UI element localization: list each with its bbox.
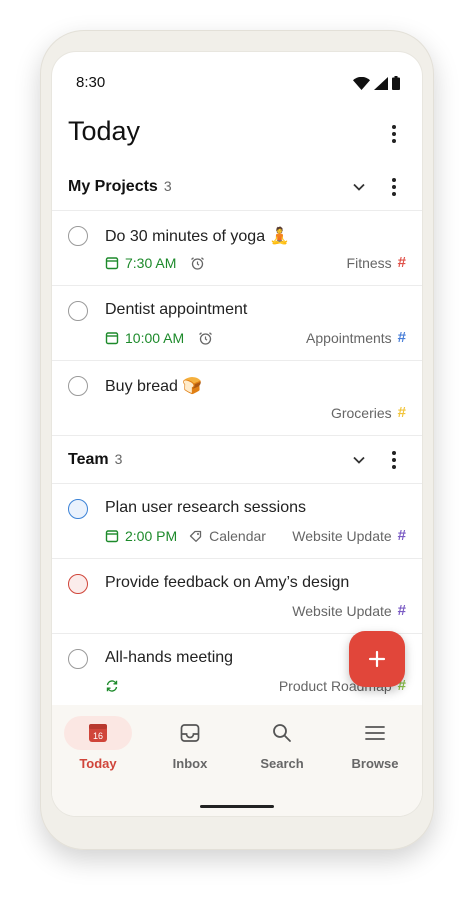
- calendar-icon: [105, 257, 119, 270]
- task-item[interactable]: Provide feedback on Amy’s design Website…: [52, 559, 422, 633]
- nav-item-inbox[interactable]: Inbox: [144, 705, 236, 785]
- project-hash-icon: #: [397, 527, 406, 544]
- label-tag-icon: [189, 530, 202, 542]
- task-due-time: 7:30 AM: [125, 255, 177, 271]
- chevron-down-icon[interactable]: [349, 450, 369, 470]
- task-project: Website Update #: [292, 527, 406, 544]
- plus-icon: [368, 650, 386, 668]
- nav-label: Inbox: [172, 756, 208, 771]
- menu-icon: [365, 726, 385, 740]
- project-name: Fitness: [346, 254, 392, 271]
- nav-item-browse[interactable]: Browse: [329, 705, 421, 785]
- nav-label: Browse: [351, 756, 399, 771]
- task-checkbox[interactable]: [68, 226, 88, 246]
- task-checkbox[interactable]: [68, 376, 88, 396]
- project-hash-icon: #: [397, 254, 406, 271]
- status-icons: [353, 76, 400, 90]
- project-name: Groceries: [330, 404, 392, 421]
- nav-item-search[interactable]: Search: [236, 705, 328, 785]
- status-time: 8:30: [76, 74, 106, 91]
- project-hash-icon: #: [397, 404, 406, 421]
- task-meta: [105, 677, 119, 695]
- status-bar: 8:30: [52, 52, 422, 112]
- task-title: All-hands meeting: [105, 649, 234, 666]
- add-task-button[interactable]: [349, 631, 405, 687]
- task-item[interactable]: Do 30 minutes of yoga 🧘 7:30 AM Fitness …: [52, 211, 422, 285]
- wifi-icon: [353, 76, 370, 90]
- project-name: Website Update: [292, 602, 392, 619]
- task-title: Plan user research sessions: [105, 499, 306, 516]
- inbox-icon: [180, 724, 200, 742]
- task-due-time: 2:00 PM: [125, 528, 178, 544]
- task-checkbox[interactable]: [68, 649, 88, 669]
- section-more-options-button[interactable]: [382, 448, 406, 472]
- project-hash-icon: #: [397, 329, 406, 346]
- task-label: Calendar: [209, 528, 266, 544]
- section-more-options-button[interactable]: [382, 175, 406, 199]
- task-checkbox[interactable]: [68, 499, 88, 519]
- calendar-icon: [105, 530, 119, 543]
- section-count: 3: [114, 451, 123, 467]
- nav-label: Today: [79, 756, 117, 771]
- task-item[interactable]: Buy bread 🍞 Groceries #: [52, 361, 422, 435]
- task-due-time: 10:00 AM: [125, 330, 185, 346]
- home-indicator[interactable]: [200, 805, 274, 808]
- calendar-date: 16: [93, 731, 103, 741]
- nav-label: Search: [260, 756, 304, 771]
- task-checkbox[interactable]: [68, 301, 88, 321]
- section-title: My Projects 3: [68, 178, 172, 195]
- project-name: Appointments: [306, 329, 392, 346]
- more-vertical-icon: [392, 125, 396, 143]
- alarm-icon: [191, 256, 205, 270]
- task-title: Dentist appointment: [105, 301, 248, 318]
- section-count: 3: [163, 178, 172, 194]
- section-header-team[interactable]: Team 3: [52, 436, 422, 484]
- section-title: Team 3: [68, 451, 123, 468]
- more-vertical-icon: [392, 451, 396, 469]
- chevron-down-icon[interactable]: [349, 177, 369, 197]
- task-project: Website Update #: [292, 602, 406, 619]
- calendar-icon: 16: [89, 724, 107, 742]
- task-project: Appointments #: [306, 329, 406, 346]
- project-name: Website Update: [292, 527, 392, 544]
- alarm-icon: [199, 331, 213, 345]
- bottom-navigation: 16 Today Inbox Search Browse: [52, 705, 422, 816]
- task-title: Do 30 minutes of yoga 🧘: [105, 228, 290, 245]
- page-title: Today: [68, 116, 141, 146]
- task-item[interactable]: Dentist appointment 10:00 AM Appointment…: [52, 286, 422, 360]
- task-meta: 2:00 PM Calendar: [105, 527, 266, 545]
- app-screen: 8:30 Today My Projects 3 Do 30 minutes of…: [52, 52, 422, 816]
- task-meta: 7:30 AM: [105, 254, 205, 272]
- recurring-icon: [106, 680, 118, 692]
- calendar-icon: [105, 332, 119, 345]
- task-project: Fitness #: [347, 254, 406, 271]
- task-project: Groceries #: [331, 404, 406, 421]
- more-options-button[interactable]: [382, 122, 406, 146]
- task-title: Buy bread 🍞: [105, 378, 203, 395]
- more-vertical-icon: [392, 178, 396, 196]
- nav-item-today[interactable]: 16 Today: [52, 705, 144, 785]
- cellular-signal-icon: [374, 76, 388, 90]
- section-header-my-projects[interactable]: My Projects 3: [52, 163, 422, 211]
- task-title: Provide feedback on Amy’s design: [105, 574, 350, 591]
- search-icon: [273, 724, 291, 742]
- task-item[interactable]: Plan user research sessions 2:00 PM Cale…: [52, 484, 422, 558]
- battery-icon: [392, 76, 400, 90]
- project-hash-icon: #: [397, 602, 406, 619]
- task-meta: 10:00 AM: [105, 329, 213, 347]
- task-checkbox[interactable]: [68, 574, 88, 594]
